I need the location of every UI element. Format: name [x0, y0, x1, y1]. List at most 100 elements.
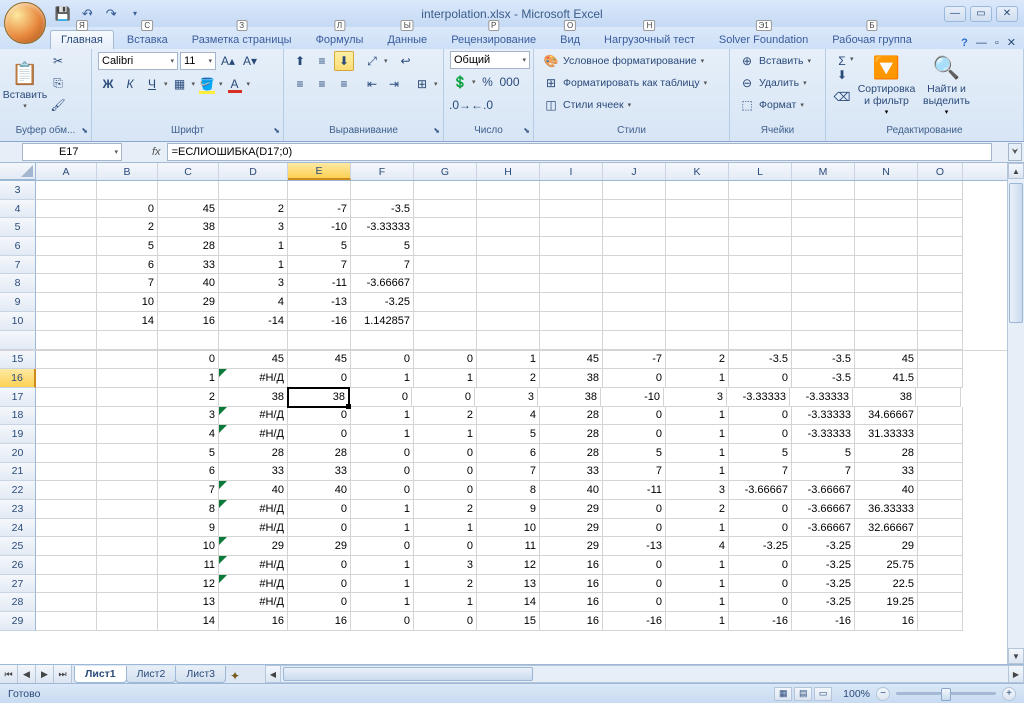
qat-redo-icon[interactable]: ↷▾	[100, 4, 122, 24]
cell[interactable]: 1	[351, 369, 414, 388]
cell[interactable]: 16	[219, 612, 288, 631]
row-header[interactable]: 7	[0, 256, 36, 275]
cell[interactable]	[414, 293, 477, 312]
vertical-scrollbar[interactable]: ▲ ▼	[1007, 163, 1024, 664]
sheet-nav-next-icon[interactable]: ▶	[36, 665, 54, 683]
sheet-nav-last-icon[interactable]: ⏭	[54, 665, 72, 683]
cell[interactable]: 38	[853, 388, 916, 407]
name-box[interactable]: E17 ▾	[22, 143, 122, 161]
cell[interactable]	[729, 218, 792, 237]
fill-icon[interactable]: ⬇	[832, 65, 852, 85]
cell[interactable]: -3.25	[351, 293, 414, 312]
scroll-thumb[interactable]	[1009, 183, 1023, 323]
cell[interactable]: 0	[729, 369, 792, 388]
cell[interactable]: 0	[351, 537, 414, 556]
cell[interactable]: 2	[158, 388, 219, 407]
cell[interactable]: 0	[729, 575, 792, 594]
cell[interactable]	[477, 274, 540, 293]
cell[interactable]	[97, 575, 158, 594]
cell[interactable]	[918, 575, 963, 594]
cell[interactable]	[918, 181, 963, 200]
row-header[interactable]: 3	[0, 181, 36, 200]
cell[interactable]: 28	[288, 444, 351, 463]
cell[interactable]: 2	[414, 407, 477, 426]
cell[interactable]	[603, 312, 666, 331]
cell[interactable]: 40	[540, 481, 603, 500]
cell[interactable]	[918, 218, 963, 237]
cell[interactable]: -16	[288, 312, 351, 331]
cell[interactable]	[918, 237, 963, 256]
cell[interactable]	[729, 312, 792, 331]
cell[interactable]	[603, 293, 666, 312]
cell[interactable]: 7	[477, 463, 540, 482]
cell[interactable]: 1	[158, 369, 219, 388]
row-header[interactable]: 26	[0, 556, 36, 575]
italic-button[interactable]: К	[120, 74, 140, 94]
row-header[interactable]: 4	[0, 200, 36, 219]
column-header[interactable]: D	[219, 163, 288, 180]
cell[interactable]	[36, 612, 97, 631]
cell[interactable]	[792, 274, 855, 293]
cell[interactable]: 16	[288, 612, 351, 631]
cell[interactable]: 45	[219, 351, 288, 370]
cell[interactable]: -7	[288, 200, 351, 219]
cell[interactable]: 16	[540, 556, 603, 575]
cell[interactable]	[97, 500, 158, 519]
scroll-left-icon[interactable]: ◀	[265, 665, 281, 683]
cell[interactable]: 38	[540, 369, 603, 388]
cell[interactable]	[918, 256, 963, 275]
cell[interactable]: -11	[288, 274, 351, 293]
cell[interactable]: 5	[97, 237, 158, 256]
cell[interactable]	[603, 218, 666, 237]
cell[interactable]: 11	[158, 556, 219, 575]
cell[interactable]: 2	[97, 218, 158, 237]
cell[interactable]	[414, 218, 477, 237]
cell[interactable]	[603, 200, 666, 219]
cell[interactable]	[36, 200, 97, 219]
cell[interactable]: 7	[288, 256, 351, 275]
qat-save-icon[interactable]: 💾	[52, 4, 74, 24]
cell[interactable]: -3.25	[792, 575, 855, 594]
cell[interactable]	[36, 181, 97, 200]
cell[interactable]: -3.66667	[792, 481, 855, 500]
cell[interactable]: 9	[158, 519, 219, 538]
cell[interactable]	[97, 407, 158, 426]
tab-view[interactable]: ОВид	[549, 30, 591, 49]
cell[interactable]	[666, 274, 729, 293]
cell[interactable]: -3.5	[351, 200, 414, 219]
cell[interactable]: -3.66667	[792, 519, 855, 538]
normal-view-icon[interactable]: ▦	[774, 687, 792, 701]
cell[interactable]: 0	[729, 593, 792, 612]
clear-icon[interactable]: ⌫	[832, 87, 852, 107]
cell[interactable]	[540, 200, 603, 219]
cell[interactable]: 1	[414, 425, 477, 444]
number-format-dropdown[interactable]: Общий▾	[450, 51, 530, 69]
copy-icon[interactable]: ⎘	[48, 73, 68, 93]
cell[interactable]: 16	[540, 575, 603, 594]
tab-data[interactable]: ЫДанные	[376, 30, 438, 49]
cell[interactable]: #Н/Д	[219, 593, 288, 612]
cell[interactable]	[36, 444, 97, 463]
cell[interactable]: 0	[288, 425, 351, 444]
cell[interactable]	[729, 200, 792, 219]
orientation-icon[interactable]: ⤢	[362, 51, 382, 71]
cell[interactable]: -3.5	[792, 351, 855, 370]
row-header[interactable]: 19	[0, 425, 36, 444]
cell[interactable]: 36.33333	[855, 500, 918, 519]
dialog-launcher-icon[interactable]: ⬊	[273, 126, 280, 135]
cell[interactable]	[666, 293, 729, 312]
cell[interactable]: 0	[349, 388, 412, 407]
ribbon-restore-icon[interactable]: ▫	[995, 37, 999, 49]
cell[interactable]	[36, 407, 97, 426]
cell[interactable]	[36, 481, 97, 500]
conditional-formatting-button[interactable]: 🎨Условное форматирование ▾	[540, 51, 710, 71]
cell[interactable]	[666, 312, 729, 331]
cell[interactable]	[918, 425, 963, 444]
cell[interactable]	[666, 200, 729, 219]
column-header[interactable]: K	[666, 163, 729, 180]
row-header[interactable]: 25	[0, 537, 36, 556]
fill-color-icon[interactable]: 🪣	[197, 74, 217, 94]
cell[interactable]: 0	[351, 612, 414, 631]
cell[interactable]: 28	[219, 444, 288, 463]
cell[interactable]	[855, 256, 918, 275]
